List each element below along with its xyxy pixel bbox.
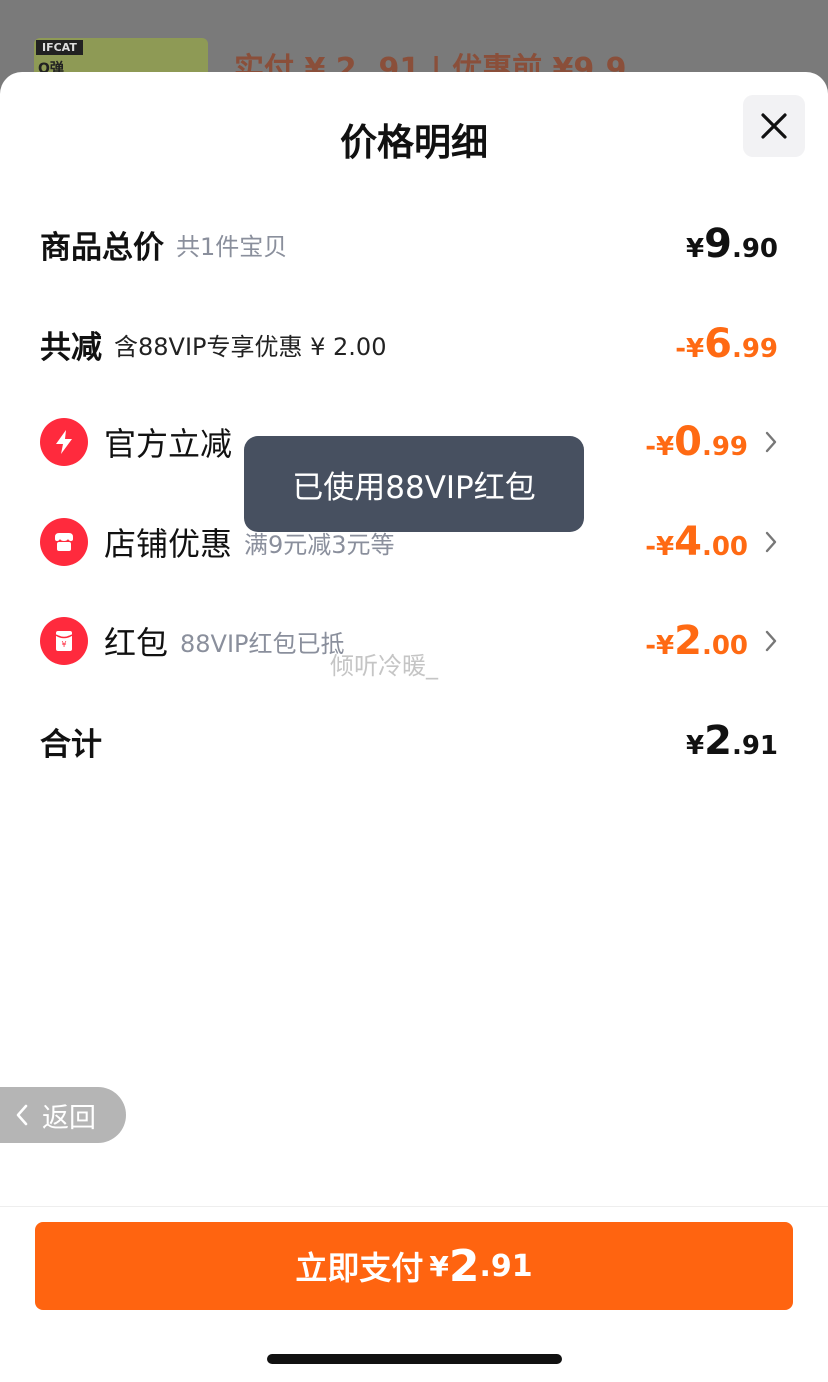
sheet-title: 价格明细 [340, 121, 488, 164]
row-total-price: 商品总价 共1件宝贝 ¥ 9 .90 [40, 214, 778, 274]
currency-symbol: -¥ [675, 334, 705, 364]
chevron-right-icon [764, 530, 778, 554]
red-packet-note: 88VIP红包已抵 [180, 629, 345, 658]
official-discount-label: 官方立减 [104, 425, 233, 463]
official-discount-amount: -¥ 0 .99 [645, 419, 748, 465]
store-discount-amount: -¥ 4 .00 [645, 519, 748, 565]
sum-amount: ¥ 2 .91 [686, 718, 778, 764]
close-icon [761, 113, 787, 139]
amount-integer: 2 [704, 718, 732, 764]
price-detail-sheet: 价格明细 商品总价 共1件宝贝 ¥ 9 .90 共减 含88VIP专享优惠 ¥ … [0, 72, 828, 1382]
amount-decimal: .90 [731, 234, 778, 264]
red-packet-label: 红包 [104, 624, 169, 662]
lightning-icon [40, 418, 88, 466]
red-packet-icon: ¥ [40, 617, 88, 665]
total-price-amount: ¥ 9 .90 [686, 221, 778, 267]
total-discount-label: 共减 [40, 329, 102, 366]
amount-integer: 9 [704, 221, 732, 267]
amount-decimal: .99 [731, 334, 778, 364]
amount-integer: 6 [704, 321, 732, 367]
thumbnail-brand: IFCAT [36, 40, 83, 55]
amount-decimal: .91 [731, 731, 778, 761]
footer-divider [0, 1206, 828, 1207]
pay-now-button[interactable]: 立即支付 ¥ 2 .91 [35, 1222, 793, 1310]
store-icon [40, 518, 88, 566]
currency-symbol: -¥ [645, 432, 675, 462]
row-total-discount: 共减 含88VIP专享优惠 ¥ 2.00 -¥ 6 .99 [40, 314, 778, 374]
row-sum: 合计 ¥ 2 .91 [40, 711, 778, 771]
chevron-left-icon [16, 1104, 28, 1126]
store-discount-label: 店铺优惠 [104, 525, 233, 563]
currency-symbol: -¥ [645, 631, 675, 661]
close-button[interactable] [743, 95, 805, 157]
amount-integer: 4 [674, 519, 702, 565]
currency-symbol: ¥ [429, 1249, 449, 1283]
home-indicator [267, 1354, 562, 1364]
sum-label: 合计 [40, 726, 102, 763]
svg-text:¥: ¥ [61, 640, 66, 649]
total-price-count: 共1件宝贝 [176, 232, 288, 261]
pay-button-label: 立即支付 [295, 1249, 424, 1287]
total-discount-amount: -¥ 6 .99 [675, 321, 778, 367]
red-packet-amount: -¥ 2 .00 [645, 618, 748, 664]
total-discount-note: 含88VIP专享优惠 ¥ 2.00 [114, 332, 387, 361]
amount-integer: 2 [674, 618, 702, 664]
amount-decimal: .91 [479, 1248, 533, 1284]
amount-decimal: .00 [701, 532, 748, 562]
total-price-label: 商品总价 [40, 229, 164, 266]
currency-symbol: -¥ [645, 532, 675, 562]
chevron-right-icon [764, 629, 778, 653]
amount-decimal: .00 [701, 631, 748, 661]
currency-symbol: ¥ [686, 731, 705, 761]
amount-integer: 2 [448, 1240, 480, 1292]
chevron-right-icon [764, 430, 778, 454]
back-label: 返回 [42, 1102, 96, 1134]
watermark: 倾听冷暖_ [330, 652, 438, 680]
currency-symbol: ¥ [686, 234, 705, 264]
amount-integer: 0 [674, 419, 702, 465]
amount-decimal: .99 [701, 432, 748, 462]
back-button[interactable]: 返回 [0, 1087, 126, 1143]
toast-message: 已使用88VIP红包 [244, 436, 584, 532]
